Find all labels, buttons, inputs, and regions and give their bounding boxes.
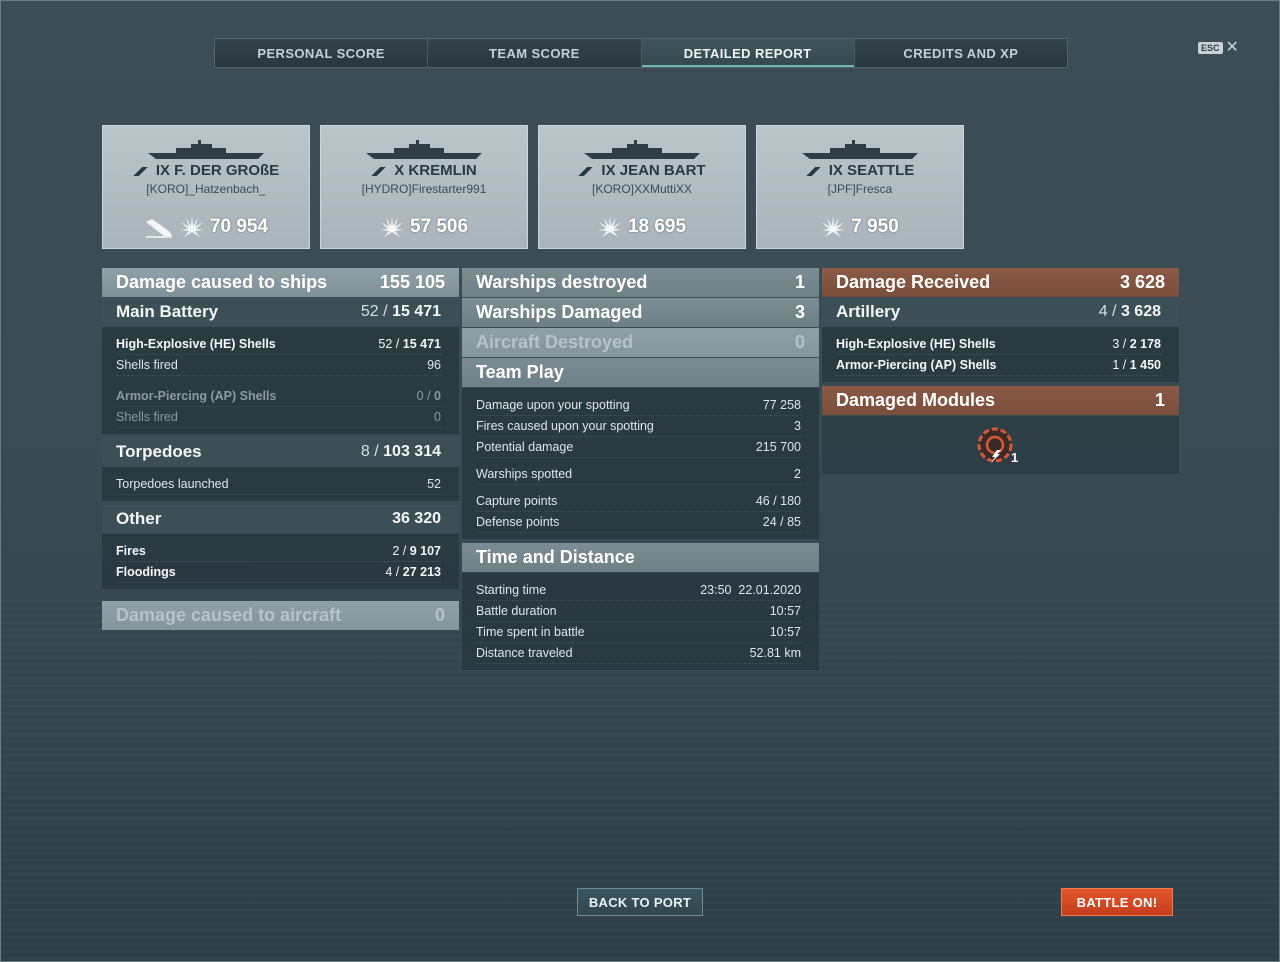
- he-shells-fired-row: Shells fired 96: [116, 355, 441, 376]
- header-value: 155 105: [379, 272, 445, 292]
- time-spent-row: Time spent in battle 10:57: [476, 622, 801, 643]
- warships-spotted-row: Warships spotted 2: [476, 464, 801, 485]
- team-play-panel: Warships destroyed 1 Warships Damaged 3 Ai…: [462, 268, 819, 671]
- distance-traveled-row: Distance traveled 52.81 km: [476, 643, 801, 664]
- engine-module-icon[interactable]: [976, 426, 1014, 464]
- torpedoes-launched-row: Torpedoes launched 52: [116, 474, 441, 495]
- back-to-port-button[interactable]: BACK TO PORT: [577, 888, 703, 916]
- other-details: Fires 2 / 9 107 Floodings 4 / 27 213: [102, 534, 459, 589]
- damage-received-panel: Damage Received 3 628 Artillery 4 / 3 628…: [822, 268, 1179, 474]
- ship-silhouette-icon: [802, 140, 918, 159]
- damage-icon: [597, 216, 622, 237]
- row-value: 8 / 103 314: [360, 443, 441, 460]
- defense-points-row: Defense points 24 / 85: [476, 512, 801, 533]
- received-ap-row: Armor-Piercing (AP) Shells 1 / 1 450: [836, 355, 1161, 376]
- damage-dealt-panel: Damage caused to ships 155 105 Main Batt…: [102, 268, 459, 631]
- damage-value: 70 954: [209, 216, 269, 237]
- damage-stat: 57 506: [321, 216, 527, 238]
- player-name: [JPF]Fresca: [827, 182, 893, 196]
- aircraft-destroyed-header: Aircraft Destroyed 0: [462, 328, 819, 357]
- esc-key-label: ESC: [1198, 42, 1223, 54]
- ap-shells-fired-row: Shells fired 0: [116, 407, 441, 428]
- tab-detailed-report[interactable]: DETAILED REPORT: [641, 39, 855, 67]
- ship-class-icon: [805, 166, 824, 176]
- damage-icon: [821, 216, 846, 237]
- damage-value: 57 506: [409, 216, 469, 237]
- he-shells-row: High-Explosive (HE) Shells 52 / 15 471: [116, 334, 441, 355]
- tab-team-score[interactable]: TEAM SCORE: [428, 39, 642, 67]
- tab-credits-and-xp[interactable]: CREDITS AND XP: [854, 39, 1067, 67]
- player-name: [KORO]_Hatzenbach_: [146, 182, 266, 196]
- ship-class-icon: [371, 166, 390, 176]
- other-row: Other 36 320: [102, 505, 459, 533]
- player-card[interactable]: X KREMLIN [HYDRO]Firestarter991 57 506: [320, 125, 528, 249]
- battle-on-button[interactable]: BATTLE ON!: [1061, 888, 1173, 916]
- artillery-details: High-Explosive (HE) Shells 3 / 2 178 Arm…: [822, 327, 1179, 382]
- main-battery-details: High-Explosive (HE) Shells 52 / 15 471 S…: [102, 327, 459, 434]
- time-distance-header: Time and Distance: [462, 543, 819, 572]
- battle-duration-row: Battle duration 10:57: [476, 601, 801, 622]
- warships-destroyed-header: Warships destroyed 1: [462, 268, 819, 297]
- top-players: IX F. DER GROßE [KORO]_Hatzenbach_ 70 95…: [102, 125, 964, 249]
- damage-stat: 7 950: [757, 216, 963, 238]
- damage-aircraft-header: Damage caused to aircraft 0: [102, 601, 459, 630]
- starting-time-row: Starting time 23:50 22.01.2020: [476, 580, 801, 601]
- row-label: Other: [116, 509, 162, 528]
- header-label: Damage caused to ships: [116, 272, 328, 292]
- damage-icon: [179, 216, 204, 237]
- capture-points-row: Capture points 46 / 180: [476, 491, 801, 512]
- floodings-row: Floodings 4 / 27 213: [116, 562, 441, 583]
- damage-icon: [379, 216, 404, 237]
- row-label: Main Battery: [116, 302, 219, 321]
- damage-stat: 70 954: [103, 216, 309, 238]
- player-card[interactable]: IX SEATTLE [JPF]Fresca 7 950: [756, 125, 964, 249]
- close-button[interactable]: ESC ✕: [1198, 40, 1239, 56]
- warships-damaged-header: Warships Damaged 3: [462, 298, 819, 327]
- player-name: [HYDRO]Firestarter991: [361, 182, 487, 196]
- ship-silhouette-icon: [148, 140, 264, 159]
- team-play-details: Damage upon your spotting 77 258 Fires ca…: [462, 388, 819, 539]
- ship-class-icon: [578, 166, 597, 176]
- close-icon[interactable]: ✕: [1226, 40, 1239, 56]
- artillery-row: Artillery 4 / 3 628: [822, 298, 1179, 326]
- ship-name: IX SEATTLE: [757, 162, 963, 179]
- ap-shells-row: Armor-Piercing (AP) Shells 0 / 0: [116, 386, 441, 407]
- tab-personal-score[interactable]: PERSONAL SCORE: [215, 39, 429, 67]
- spotting-damage-row: Damage upon your spotting 77 258: [476, 395, 801, 416]
- ship-silhouette-icon: [584, 140, 700, 159]
- potential-damage-row: Potential damage 215 700: [476, 437, 801, 458]
- sunk-ship-icon: [145, 219, 172, 238]
- row-value: 36 320: [392, 510, 441, 527]
- damage-ships-header: Damage caused to ships 155 105: [102, 268, 459, 297]
- damage-value: 7 950: [851, 216, 899, 237]
- ship-name: IX F. DER GROßE: [103, 162, 309, 179]
- damaged-modules-list: 1: [822, 416, 1179, 474]
- player-card[interactable]: IX JEAN BART [KORO]XXMuttiXX 18 695: [538, 125, 746, 249]
- team-play-header: Team Play: [462, 358, 819, 387]
- module-damage-count: 1: [1011, 450, 1019, 465]
- ship-class-icon: [132, 166, 151, 176]
- torpedoes-details: Torpedoes launched 52: [102, 467, 459, 501]
- player-name: [KORO]XXMuttiXX: [591, 182, 693, 196]
- ship-name: X KREMLIN: [321, 162, 527, 179]
- ship-name: IX JEAN BART: [539, 162, 745, 179]
- ship-silhouette-icon: [366, 140, 482, 159]
- damage-value: 18 695: [627, 216, 687, 237]
- header-label: Damage caused to aircraft: [116, 605, 342, 625]
- header-value: 0: [434, 605, 445, 625]
- row-label: Torpedoes: [116, 442, 202, 461]
- player-card[interactable]: IX F. DER GROßE [KORO]_Hatzenbach_ 70 95…: [102, 125, 310, 249]
- damage-stat: 18 695: [539, 216, 745, 238]
- main-battery-row: Main Battery 52 / 15 471: [102, 298, 459, 326]
- fires-row: Fires 2 / 9 107: [116, 541, 441, 562]
- report-tabs: PERSONAL SCORE TEAM SCORE DETAILED REPOR…: [214, 38, 1068, 68]
- time-distance-details: Starting time 23:50 22.01.2020 Battle dur…: [462, 573, 819, 670]
- damage-received-header: Damage Received 3 628: [822, 268, 1179, 297]
- torpedoes-row: Torpedoes 8 / 103 314: [102, 438, 459, 466]
- spotting-fires-row: Fires caused upon your spotting 3: [476, 416, 801, 437]
- row-value: 52 / 15 471: [360, 303, 441, 320]
- received-he-row: High-Explosive (HE) Shells 3 / 2 178: [836, 334, 1161, 355]
- damaged-modules-header: Damaged Modules 1: [822, 386, 1179, 415]
